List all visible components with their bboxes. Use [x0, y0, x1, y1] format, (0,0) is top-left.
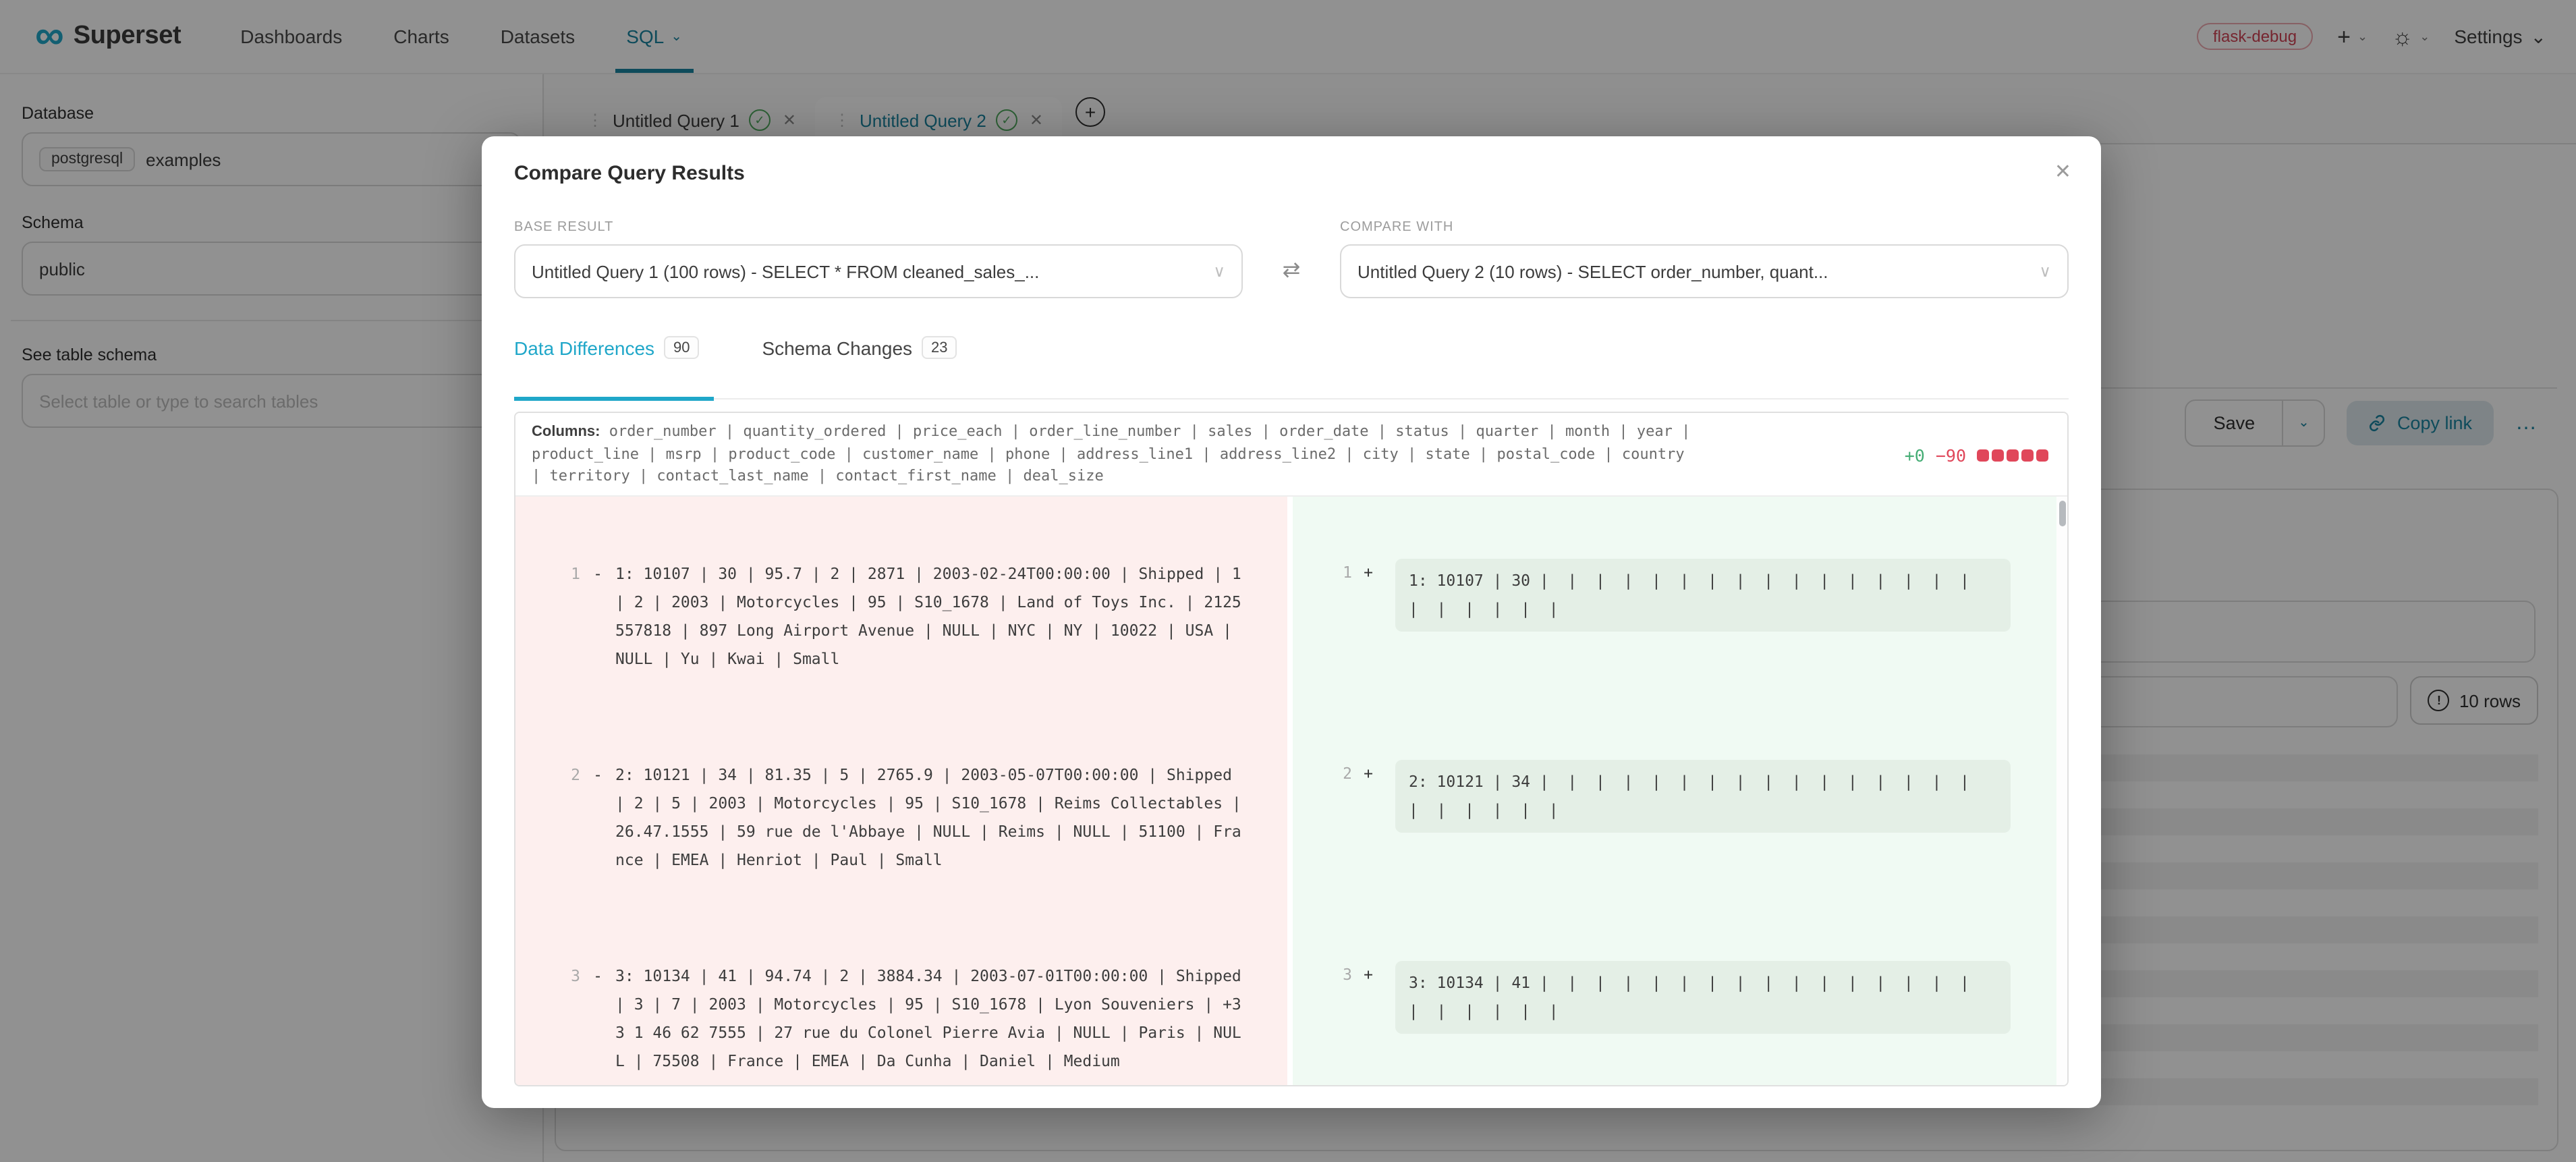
- diff-panes: 1 - 1: 10107 | 30 | 95.7 | 2 | 2871 | 20…: [515, 497, 2067, 1086]
- diff-row-removed: 2 - 2: 10121 | 34 | 81.35 | 5 | 2765.9 |…: [532, 761, 1287, 875]
- diff-pane-compare[interactable]: 1 + 1: 10107 | 30 | | | | | | | | | | | …: [1293, 497, 2067, 1086]
- data-differences-count-badge: 90: [664, 336, 700, 359]
- compare-selects-row: BASE RESULT Untitled Query 1 (100 rows) …: [514, 220, 2069, 298]
- diffstat: +0 −90: [1905, 445, 2048, 466]
- compare-with-select[interactable]: Untitled Query 2 (10 rows) - SELECT orde…: [1340, 244, 2069, 298]
- added-count: +0: [1905, 445, 1925, 466]
- base-result-label: BASE RESULT: [514, 220, 1243, 235]
- diffstat-squares-icon: [1977, 449, 2048, 462]
- added-row-highlight: 3: 10134 | 41 | | | | | | | | | | | | | …: [1395, 961, 2011, 1034]
- added-marker: +: [1352, 760, 1384, 904]
- active-tab-underline: [514, 396, 714, 400]
- diff-row-removed: 1 - 1: 10107 | 30 | 95.7 | 2 | 2871 | 20…: [532, 560, 1287, 673]
- added-row-highlight: 1: 10107 | 30 | | | | | | | | | | | | | …: [1395, 559, 2011, 632]
- diff-row-added: 2 + 2: 10121 | 34 | | | | | | | | | | | …: [1306, 760, 2067, 904]
- chevron-down-icon: ∨: [1202, 262, 1225, 281]
- schema-changes-count-badge: 23: [922, 336, 957, 359]
- removed-marker: -: [580, 962, 615, 1076]
- diff-row-added: 3 + 3: 10134 | 41 | | | | | | | | | | | …: [1306, 961, 2067, 1086]
- base-result-select[interactable]: Untitled Query 1 (100 rows) - SELECT * F…: [514, 244, 1243, 298]
- tabs-divider: [514, 398, 2069, 399]
- app-root: ∞ Superset Dashboards Charts Datasets SQ…: [0, 0, 2576, 1162]
- removed-count: −90: [1936, 445, 1966, 466]
- added-row-highlight: 2: 10121 | 34 | | | | | | | | | | | | | …: [1395, 760, 2011, 833]
- columns-header: Columns: order_number | quantity_ordered…: [515, 413, 2067, 497]
- modal-title: Compare Query Results: [514, 162, 745, 185]
- compare-with-label: COMPARE WITH: [1340, 220, 2069, 235]
- diff-row-removed: 3 - 3: 10134 | 41 | 94.74 | 2 | 3884.34 …: [532, 962, 1287, 1076]
- diff-scrollbar[interactable]: [2056, 497, 2067, 1086]
- compare-query-results-modal: Compare Query Results ✕ BASE RESULT Unti…: [482, 136, 2101, 1108]
- tab-schema-changes[interactable]: Schema Changes 23: [762, 336, 957, 359]
- added-marker: +: [1352, 559, 1384, 703]
- added-marker: +: [1352, 961, 1384, 1086]
- tab-data-differences[interactable]: Data Differences 90: [514, 336, 700, 359]
- removed-marker: -: [580, 560, 615, 673]
- chevron-down-icon: ∨: [2028, 262, 2051, 281]
- diff-row-added: 1 + 1: 10107 | 30 | | | | | | | | | | | …: [1306, 559, 2067, 703]
- diff-container: Columns: order_number | quantity_ordered…: [514, 412, 2069, 1086]
- columns-list: Columns: order_number | quantity_ordered…: [532, 421, 1692, 488]
- scrollbar-thumb[interactable]: [2059, 501, 2066, 526]
- close-icon[interactable]: ✕: [2054, 159, 2071, 184]
- removed-marker: -: [580, 761, 615, 875]
- modal-tabs: Data Differences 90 Schema Changes 23: [514, 336, 2069, 402]
- swap-icon[interactable]: ⇄: [1283, 256, 1301, 283]
- diff-pane-base[interactable]: 1 - 1: 10107 | 30 | 95.7 | 2 | 2871 | 20…: [515, 497, 1287, 1086]
